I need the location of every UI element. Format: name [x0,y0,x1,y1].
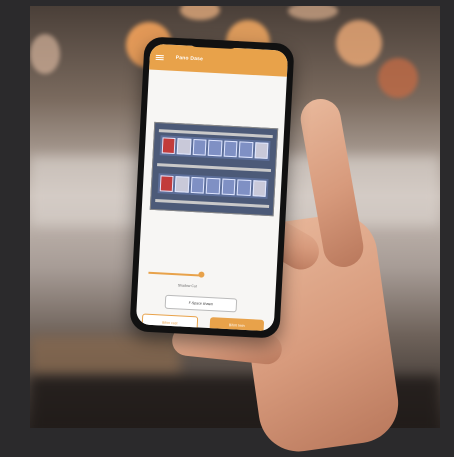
adjust-slider[interactable] [148,271,201,277]
panel-rail [157,163,272,173]
electrical-panel-image [149,121,279,217]
phone-screen: Pano Dase Shadow Cut F-Space shasm Bifon… [135,43,289,332]
breaker [205,177,221,195]
menu-icon[interactable] [155,54,164,60]
breaker [192,138,207,156]
background-counter [30,336,180,376]
breaker [221,178,236,196]
breaker-row-top [159,135,271,161]
breaker [159,175,174,192]
breaker [236,179,251,197]
smartphone: Pano Dase Shadow Cut F-Space shasm Bifon… [129,36,295,339]
breaker-row-bottom [157,173,269,199]
bokeh-light [288,6,338,20]
breaker [238,141,253,159]
primary-button[interactable]: Bifort tmin [209,317,265,332]
breaker [254,142,269,159]
breaker [177,138,192,155]
breaker [175,176,190,193]
slider-label: Shadow Cut [177,283,197,289]
breaker [223,140,238,158]
breaker [190,176,205,194]
bokeh-light [30,34,60,74]
bokeh-light [378,58,418,98]
secondary-button[interactable]: Bifon cast [141,313,199,332]
app-title: Pano Dase [175,54,204,63]
option-button[interactable]: F-Space shasm [164,294,238,313]
bokeh-light [336,20,382,66]
breaker [252,180,267,197]
breaker [207,139,223,157]
breaker [161,137,176,155]
bokeh-light [180,6,220,20]
app-bar: Pano Dase [149,43,289,77]
panel-rail [155,199,270,209]
slider-knob[interactable] [198,271,205,278]
